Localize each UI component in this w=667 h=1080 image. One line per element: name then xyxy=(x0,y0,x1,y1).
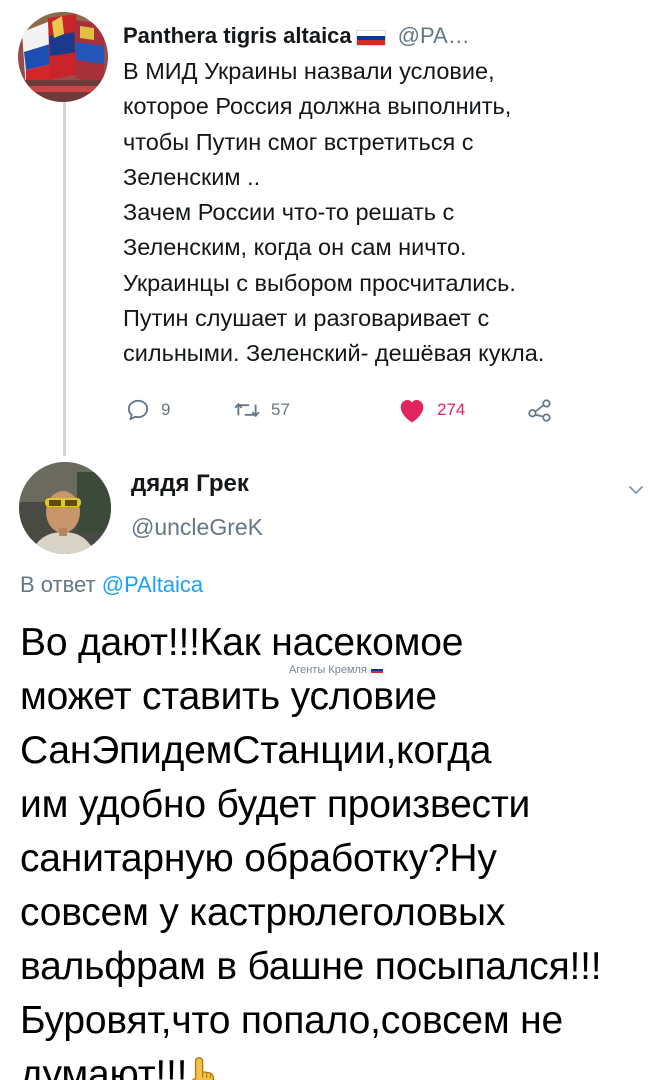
reply-tweet-text: Во дают!!!Как насекомое может ставить ус… xyxy=(20,616,660,1080)
parent-text-line: В МИД Украины назвали условие, xyxy=(123,58,495,84)
reply-icon xyxy=(127,399,149,421)
reply-text-line: может ставить условие xyxy=(20,675,437,718)
reply-author-name[interactable]: дядя Грек xyxy=(131,470,249,498)
parent-text-line: Зачем России что-то решать с xyxy=(123,199,455,226)
watermark: Агенты Кремля xyxy=(289,664,383,676)
reply-text-line: СанЭпидемСтанции,когда xyxy=(20,729,492,772)
parent-text-line: чтобы Путин смог встретиться с xyxy=(123,128,474,155)
reply-text-line: вальфрам в башне посыпался!!! xyxy=(20,945,602,988)
parent-author-handle[interactable]: @PA… xyxy=(398,23,470,49)
parent-text-line: Путин слушает и разговаривает с xyxy=(123,305,490,332)
watermark-flag-icon xyxy=(370,666,383,674)
like-button[interactable]: 274 xyxy=(397,392,465,428)
reply-text-line: санитарную обработку?Ну xyxy=(20,837,497,880)
share-button[interactable] xyxy=(527,392,553,428)
reply-button[interactable]: 9 xyxy=(125,392,170,428)
reply-text-line: совсем у кастрюлеголовых xyxy=(20,891,506,934)
russian-flag-icon xyxy=(355,30,386,46)
parent-author-name[interactable]: Panthera tigris altaica xyxy=(123,23,352,49)
watermark-text: Агенты Кремля xyxy=(289,664,367,676)
parent-text-line: сильными. Зеленский- дешёвая кукла. xyxy=(123,340,545,367)
parent-author-avatar[interactable] xyxy=(18,12,108,102)
reply-text-line: им удобно будет произвести xyxy=(20,783,531,826)
reply-count: 9 xyxy=(161,400,171,419)
parent-text-line: Зеленским .. xyxy=(123,163,261,190)
parent-text-line: Украинцы с выбором просчитались. xyxy=(123,269,516,296)
parent-tweet-actions: 9 57 274 xyxy=(123,392,563,428)
retweet-icon xyxy=(234,403,260,417)
reply-text-line-last: думают!!! xyxy=(20,1048,660,1080)
hand-point-up-emoji xyxy=(189,1054,219,1080)
parent-text-line: Зеленским, когда он сам ничто. xyxy=(123,234,467,261)
parent-tweet-text: В МИД Украины назвали условие, которое Р… xyxy=(123,54,653,372)
reply-author-handle[interactable]: @uncleGreK xyxy=(131,514,263,541)
reply-text-line: Буровят,что попало,совсем не xyxy=(20,999,563,1042)
chevron-down-icon xyxy=(629,486,643,494)
heart-icon xyxy=(400,400,424,423)
tweet-menu-button[interactable] xyxy=(624,478,648,502)
retweet-count: 57 xyxy=(271,400,290,419)
parent-text-line: которое Россия должна выполнить, xyxy=(123,93,512,120)
parent-tweet[interactable]: Panthera tigris altaica @PA… В МИД Украи… xyxy=(0,0,667,460)
share-icon xyxy=(528,399,551,422)
retweet-button[interactable]: 57 xyxy=(233,392,290,428)
reply-text-line: Во дают!!!Как насекомое xyxy=(20,621,464,664)
reply-context: В ответ @PAltaica xyxy=(20,572,203,598)
like-count: 274 xyxy=(437,400,466,419)
reply-author-avatar[interactable] xyxy=(19,462,111,554)
reply-text-line: думают!!! xyxy=(20,1053,188,1080)
thread-connector-line xyxy=(63,100,66,456)
reply-mention-link[interactable]: @PAltaica xyxy=(102,572,203,597)
parent-tweet-header: Panthera tigris altaica @PA… xyxy=(123,16,643,56)
reply-prefix: В ответ xyxy=(20,572,96,597)
